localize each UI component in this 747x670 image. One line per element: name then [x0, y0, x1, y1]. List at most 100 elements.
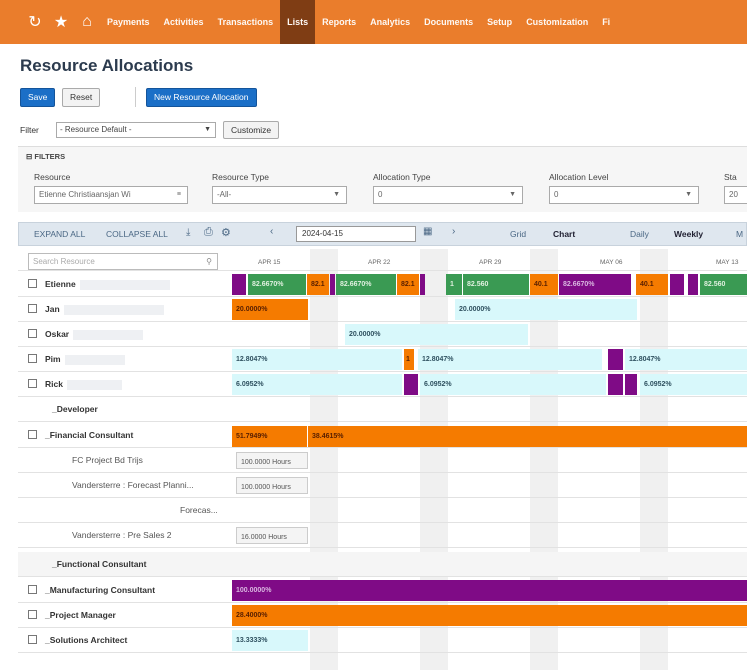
start-date-field[interactable]: 20: [724, 186, 747, 204]
allocation-bar[interactable]: 82.1: [397, 274, 419, 295]
collapse-all-button[interactable]: COLLAPSE ALL: [106, 229, 168, 239]
hours-bar[interactable]: 100.0000 Hours: [236, 452, 308, 469]
list-item[interactable]: FC Project Bd Trijs: [18, 448, 230, 473]
allocation-bar[interactable]: 6.0952%: [420, 374, 606, 395]
nav-activities[interactable]: Activities: [157, 0, 211, 44]
nav-documents[interactable]: Documents: [417, 0, 480, 44]
allocation-bar[interactable]: [232, 274, 246, 295]
list-item[interactable]: Vandersterre : Pre Sales 2: [18, 523, 230, 548]
list-item[interactable]: Oskar: [18, 322, 230, 347]
allocation-bar[interactable]: 40.1: [530, 274, 558, 295]
allocation-bar[interactable]: 6.0952%: [640, 374, 747, 395]
allocation-bar[interactable]: 20.0000%: [345, 324, 528, 345]
allocation-bar[interactable]: 100.0000%: [232, 580, 747, 601]
next-icon[interactable]: ›: [452, 226, 455, 237]
expand-icon[interactable]: [28, 635, 37, 645]
allocation-bar[interactable]: [404, 374, 418, 395]
allocation-bar[interactable]: [420, 274, 425, 295]
allocation-bar[interactable]: 20.0000%: [232, 299, 308, 320]
allocation-bar[interactable]: 40.1: [636, 274, 668, 295]
expand-all-button[interactable]: EXPAND ALL: [34, 229, 85, 239]
daily-button[interactable]: Daily: [630, 229, 649, 239]
more-scale-button[interactable]: M: [736, 229, 743, 239]
allocation-bar[interactable]: 82.6670%: [336, 274, 396, 295]
allocation-bar[interactable]: 82.560: [700, 274, 747, 295]
reset-button[interactable]: Reset: [62, 88, 101, 107]
search-input[interactable]: Search Resource ⚲: [28, 253, 218, 270]
print-icon[interactable]: ⎙: [204, 226, 213, 239]
expand-icon[interactable]: [28, 379, 37, 389]
allocation-bar[interactable]: 12.8047%: [418, 349, 602, 370]
resource-type-select[interactable]: -All- ▼: [212, 186, 347, 204]
allocation-bar[interactable]: 13.3333%: [232, 630, 308, 651]
allocation-level-select[interactable]: 0 ▼: [549, 186, 699, 204]
list-item[interactable]: _Financial Consultant: [18, 423, 230, 448]
list-item[interactable]: _Manufacturing Consultant: [18, 578, 230, 603]
allocation-bar[interactable]: 28.4000%: [232, 605, 747, 626]
allocation-bar[interactable]: 6.0952%: [232, 374, 402, 395]
list-item[interactable]: _Developer: [18, 397, 230, 422]
nav-reports[interactable]: Reports: [315, 0, 363, 44]
nav-lists[interactable]: Lists: [280, 0, 316, 44]
grid-view-button[interactable]: Grid: [510, 229, 526, 239]
allocation-bar[interactable]: 82.6670%: [248, 274, 306, 295]
nav-customization[interactable]: Customization: [519, 0, 595, 44]
expand-icon[interactable]: [28, 329, 37, 339]
weekly-button[interactable]: Weekly: [674, 229, 703, 239]
hours-bar[interactable]: 100.0000 Hours: [236, 477, 308, 494]
expand-icon[interactable]: [28, 585, 37, 595]
list-item[interactable]: Etienne: [18, 272, 230, 297]
save-button[interactable]: Save: [20, 88, 56, 107]
allocation-bar[interactable]: 20.0000%: [455, 299, 637, 320]
allocation-bar[interactable]: 82.6670%: [559, 274, 631, 295]
allocation-bar[interactable]: 12.8047%: [232, 349, 402, 370]
allocation-type-select[interactable]: 0 ▼: [373, 186, 523, 204]
refresh-icon[interactable]: ↻: [22, 12, 48, 32]
filters-header[interactable]: ⊟ FILTERS: [26, 152, 65, 161]
list-item[interactable]: _Functional Consultant: [18, 552, 230, 577]
nav-analytics[interactable]: Analytics: [363, 0, 417, 44]
allocation-bar[interactable]: [608, 374, 623, 395]
home-icon[interactable]: ⌂: [74, 13, 100, 31]
resource-field[interactable]: Etienne Christiaansjan Wi ≡: [34, 186, 188, 204]
allocation-bar[interactable]: 82.560: [463, 274, 529, 295]
hours-bar[interactable]: 16.0000 Hours: [236, 527, 308, 544]
allocation-bar[interactable]: 12.8047%: [625, 349, 747, 370]
previous-icon[interactable]: ‹: [270, 226, 273, 237]
allocation-bar[interactable]: 1: [446, 274, 462, 295]
expand-icon[interactable]: [28, 430, 37, 440]
expand-icon[interactable]: [28, 610, 37, 620]
list-item[interactable]: _Project Manager: [18, 603, 230, 628]
allocation-bar[interactable]: [670, 274, 684, 295]
export-icon[interactable]: ⤓: [186, 227, 190, 238]
date-input[interactable]: 2024-04-15: [296, 226, 416, 242]
filter-select[interactable]: - Resource Default - ▼: [56, 122, 216, 138]
expand-icon[interactable]: [28, 304, 37, 314]
nav-payments[interactable]: Payments: [100, 0, 157, 44]
allocation-bar[interactable]: 38.4615%: [308, 426, 747, 447]
allocation-bar[interactable]: [625, 374, 637, 395]
allocation-bar[interactable]: [608, 349, 623, 370]
list-item[interactable]: Pim: [18, 347, 230, 372]
list-item[interactable]: Rick: [18, 372, 230, 397]
gear-icon[interactable]: ⚙: [221, 226, 231, 239]
list-item[interactable]: _Solutions Architect: [18, 628, 230, 653]
allocation-bar[interactable]: 51.7949%: [232, 426, 307, 447]
allocation-bar[interactable]: 1: [404, 349, 414, 370]
nav-setup[interactable]: Setup: [480, 0, 519, 44]
list-item[interactable]: Vandersterre : Forecast Planni...: [18, 473, 230, 498]
list-item[interactable]: Jan: [18, 297, 230, 322]
allocation-bar[interactable]: 82.1: [307, 274, 329, 295]
expand-icon[interactable]: [28, 279, 37, 289]
list-item[interactable]: Forecas...: [18, 498, 230, 523]
expand-icon[interactable]: [28, 354, 37, 364]
customize-button[interactable]: Customize: [223, 121, 280, 139]
nav-more[interactable]: Fi: [595, 0, 617, 44]
calendar-icon[interactable]: ▦: [423, 226, 432, 237]
chart-view-button[interactable]: Chart: [553, 229, 575, 239]
allocation-bar[interactable]: [330, 274, 335, 295]
nav-transactions[interactable]: Transactions: [211, 0, 281, 44]
allocation-bar[interactable]: [688, 274, 698, 295]
star-icon[interactable]: ★: [48, 12, 74, 32]
new-resource-allocation-button[interactable]: New Resource Allocation: [146, 88, 257, 107]
